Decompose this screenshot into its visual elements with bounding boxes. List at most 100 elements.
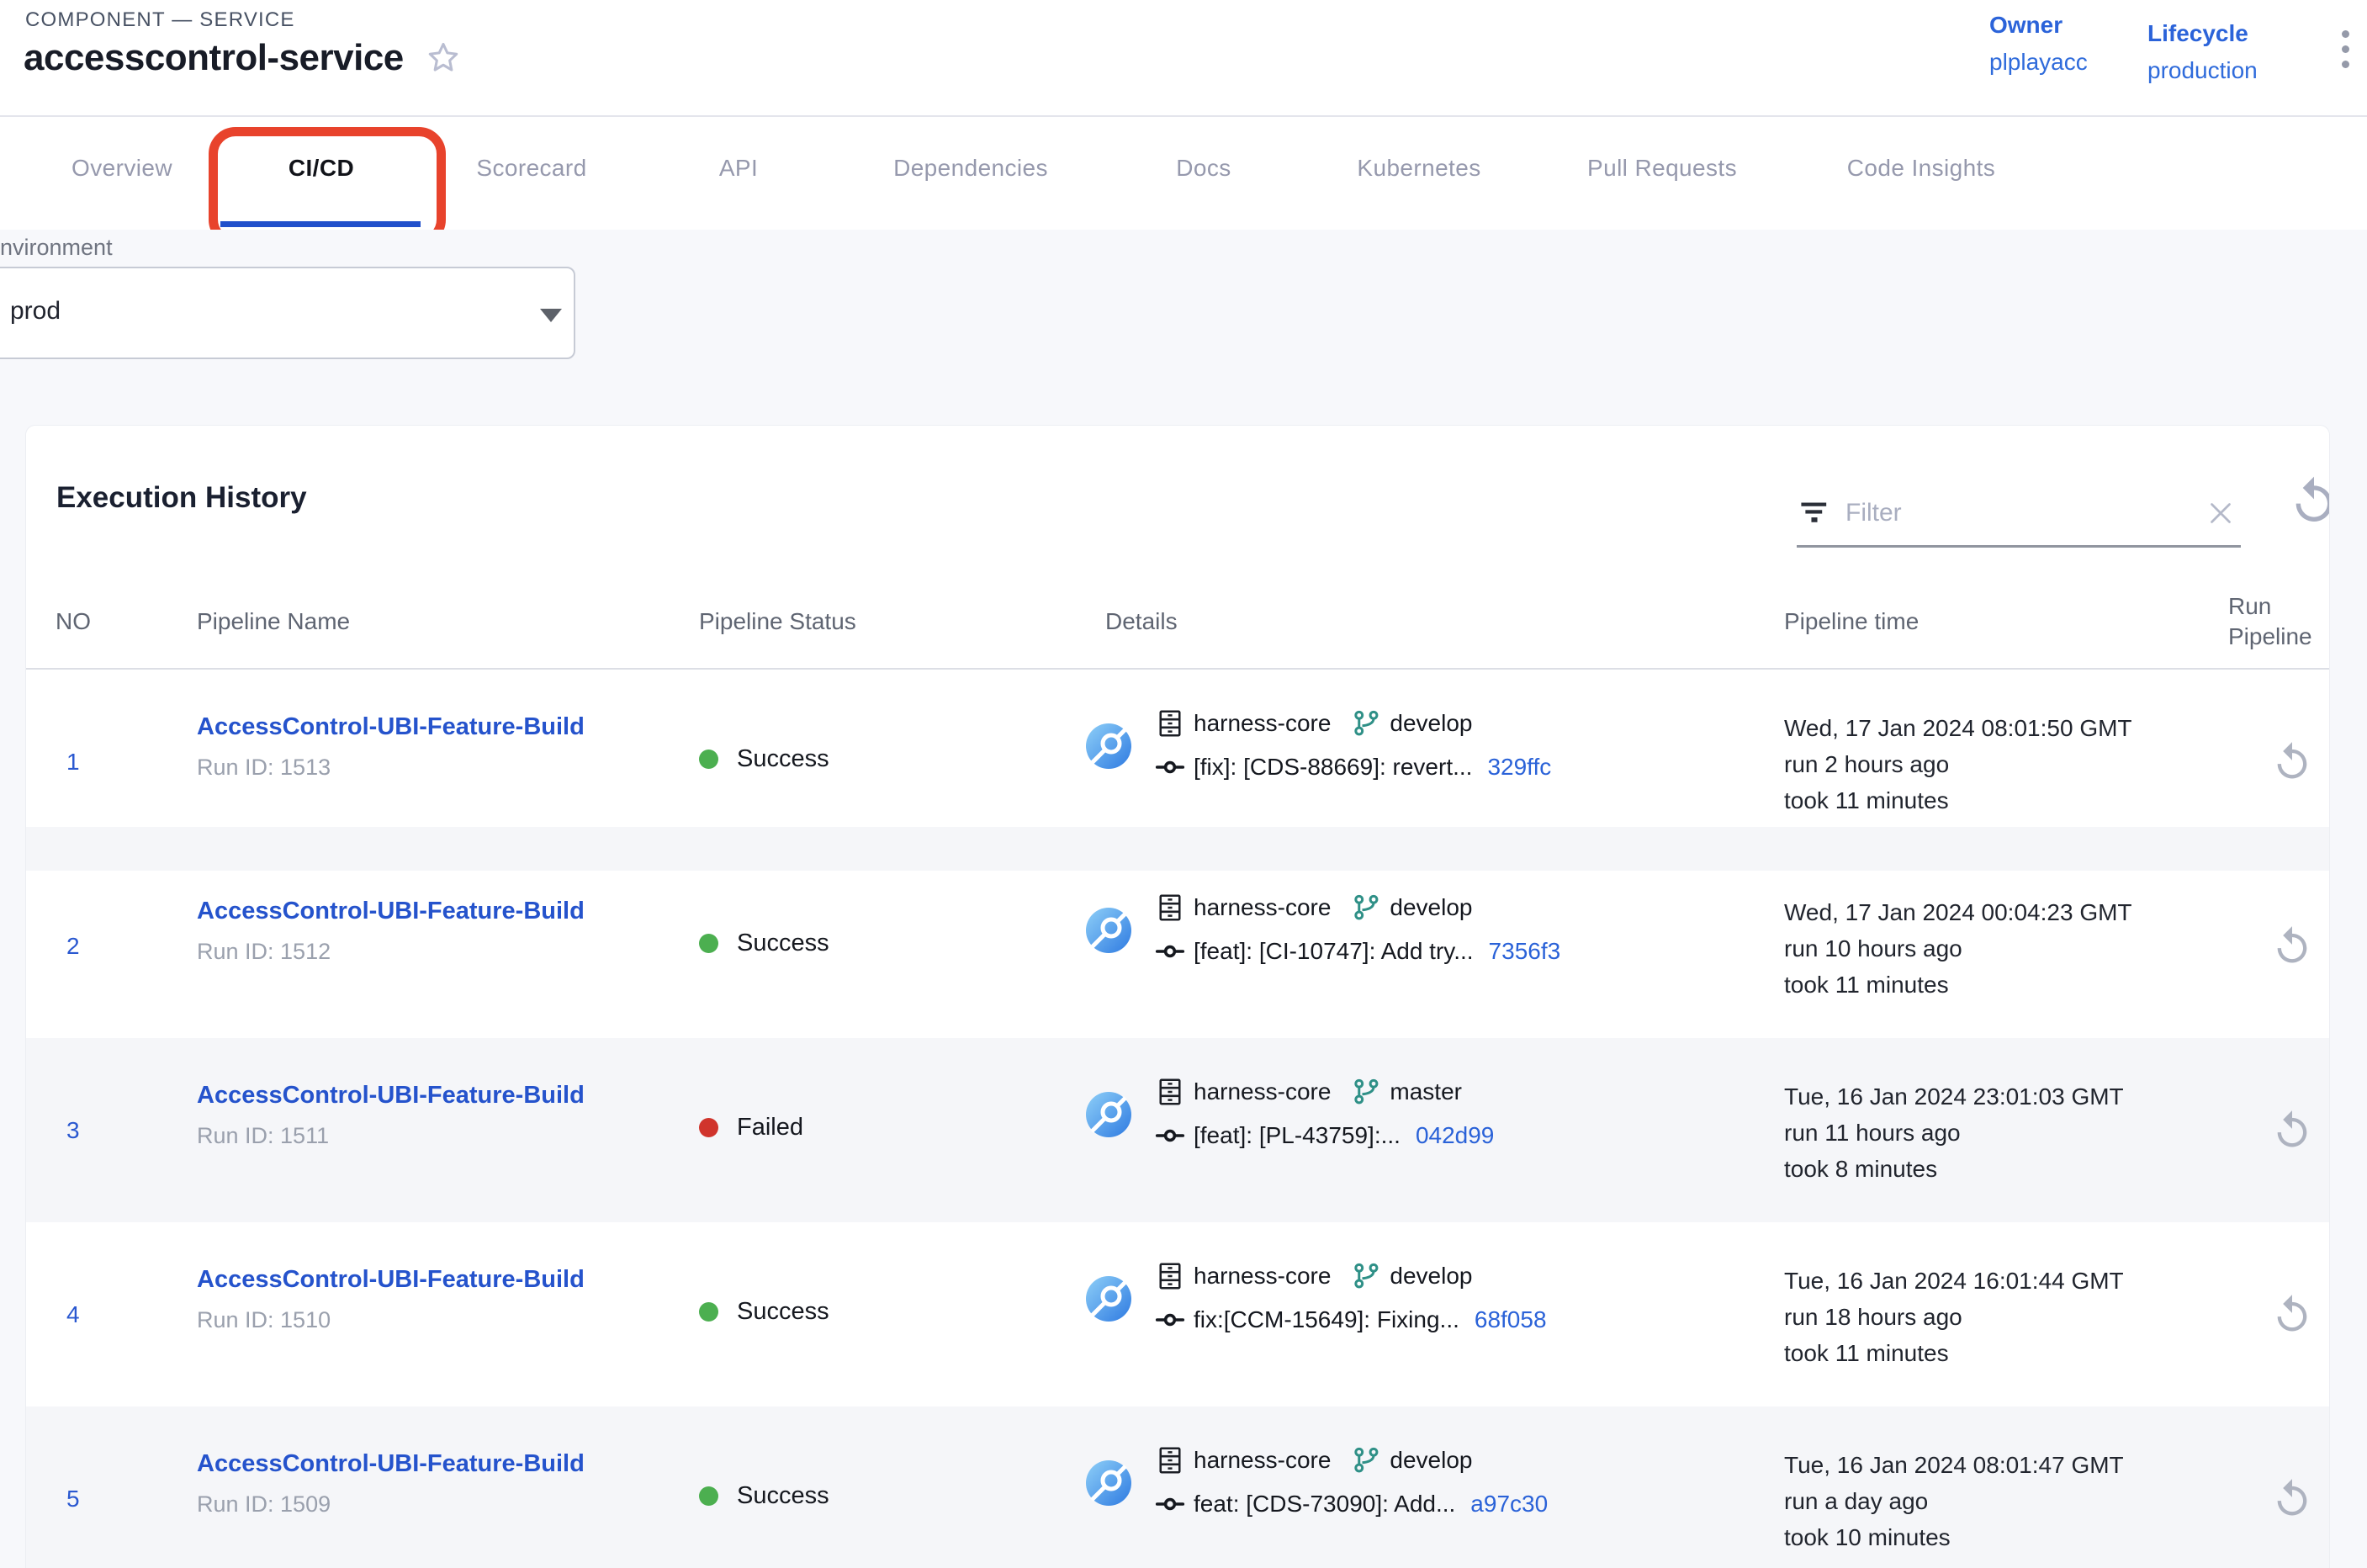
environment-label: Environment: [0, 235, 113, 261]
time-ago: run a day ago: [1784, 1483, 2124, 1519]
pipeline-name-link[interactable]: AccessControl-UBI-Feature-Build: [197, 1082, 585, 1110]
row-number: 1: [66, 749, 80, 776]
pipeline-name-link[interactable]: AccessControl-UBI-Feature-Build: [197, 1266, 585, 1294]
duration: took 8 minutes: [1784, 1151, 2124, 1187]
environment-select[interactable]: prod: [0, 267, 575, 359]
column-header-pipeline-name: Pipeline Name: [197, 608, 350, 635]
page: COMPONENT — SERVICE accesscontrol-servic…: [0, 0, 2367, 1568]
status-dot: [699, 1118, 718, 1137]
environment-section: Environment prod: [0, 230, 2367, 425]
duration: took 11 minutes: [1784, 1335, 2124, 1371]
repository-icon: [1155, 1261, 1185, 1291]
pipeline-time-cell: Tue, 16 Jan 2024 23:01:03 GMT run 11 hou…: [1784, 1078, 2124, 1187]
status-text: Success: [737, 1482, 829, 1510]
git-branch-icon: [1351, 708, 1381, 739]
commit-hash-link[interactable]: 68f058: [1475, 1306, 1547, 1333]
run-pipeline-button[interactable]: [2270, 740, 2314, 784]
owner-link[interactable]: plplayacc: [1989, 49, 2088, 76]
table-body: 1 AccessControl-UBI-Feature-Build Run ID…: [26, 670, 2329, 1568]
time-ago: run 10 hours ago: [1784, 930, 2132, 967]
repository-icon: [1155, 1445, 1185, 1475]
repository-icon: [1155, 1077, 1185, 1107]
branch-name: develop: [1390, 710, 1472, 737]
row-number: 3: [66, 1117, 80, 1144]
environment-selected-value: prod: [10, 297, 61, 326]
owner-meta: Owner plplayacc: [1989, 12, 2088, 127]
pipeline-time-cell: Tue, 16 Jan 2024 16:01:44 GMT run 18 hou…: [1784, 1263, 2124, 1371]
tab-ci-cd[interactable]: CI/CD: [289, 155, 354, 182]
commit-hash-link[interactable]: 042d99: [1416, 1122, 1494, 1149]
favorite-star-icon[interactable]: [424, 39, 463, 77]
entity-header: COMPONENT — SERVICE accesscontrol-servic…: [0, 0, 2367, 117]
run-pipeline-button[interactable]: [2270, 1477, 2314, 1521]
table-row: 3 AccessControl-UBI-Feature-Build Run ID…: [26, 1038, 2329, 1222]
table-row: 1 AccessControl-UBI-Feature-Build Run ID…: [26, 670, 2329, 854]
detail-lines: harness-core develop: [1155, 708, 1551, 782]
pipeline-source-icon: [1084, 1459, 1133, 1507]
pipeline-name-link[interactable]: AccessControl-UBI-Feature-Build: [197, 713, 585, 741]
git-branch-icon: [1351, 1445, 1381, 1475]
details-cell: harness-core develop: [1084, 1261, 1547, 1335]
table-header-row: NO Pipeline Name Pipeline Status Details…: [26, 581, 2329, 670]
time-gmt: Tue, 16 Jan 2024 08:01:47 GMT: [1784, 1447, 2124, 1483]
tab-api[interactable]: API: [719, 155, 758, 182]
pipeline-status-cell: Success: [699, 1482, 829, 1510]
status-dot: [699, 934, 718, 953]
tab-docs[interactable]: Docs: [1176, 155, 1231, 182]
status-dot: [699, 750, 718, 769]
lifecycle-label: Lifecycle: [2147, 20, 2258, 47]
pipeline-name-link[interactable]: AccessControl-UBI-Feature-Build: [197, 1450, 585, 1478]
pipeline-status-cell: Success: [699, 745, 829, 773]
tab-pull-requests[interactable]: Pull Requests: [1587, 155, 1737, 182]
tab-code-insights[interactable]: Code Insights: [1847, 155, 1995, 182]
tab-dependencies[interactable]: Dependencies: [893, 155, 1048, 182]
lifecycle-value: production: [2147, 57, 2258, 84]
commit-message: feat: [CDS-73090]: Add...: [1194, 1491, 1455, 1518]
tab-scorecard[interactable]: Scorecard: [476, 155, 586, 182]
status-text: Success: [737, 1298, 829, 1326]
commit-hash-link[interactable]: a97c30: [1470, 1491, 1548, 1518]
commit-message: [feat]: [PL-43759]:...: [1194, 1122, 1401, 1149]
duration: took 11 minutes: [1784, 782, 2132, 818]
run-pipeline-button[interactable]: [2270, 1293, 2314, 1337]
more-options-kebab-icon[interactable]: [2328, 25, 2362, 93]
pipeline-source-icon: [1084, 1274, 1133, 1323]
pipeline-time-cell: Wed, 17 Jan 2024 00:04:23 GMT run 10 hou…: [1784, 894, 2132, 1003]
repo-name: harness-core: [1194, 1263, 1331, 1290]
run-pipeline-button[interactable]: [2270, 924, 2314, 968]
refresh-icon[interactable]: [2287, 474, 2330, 528]
clear-filter-icon[interactable]: [2205, 498, 2236, 528]
commit-hash-link[interactable]: 329ffc: [1487, 754, 1551, 781]
row-number: 2: [66, 933, 80, 960]
pipeline-name-link[interactable]: AccessControl-UBI-Feature-Build: [197, 898, 585, 925]
commit-message: [feat]: [CI-10747]: Add try...: [1194, 938, 1474, 965]
filter-input[interactable]: [1844, 498, 2190, 528]
status-dot: [699, 1486, 718, 1506]
pipeline-status-cell: Failed: [699, 1114, 803, 1142]
repo-name: harness-core: [1194, 1447, 1331, 1474]
time-gmt: Wed, 17 Jan 2024 00:04:23 GMT: [1784, 894, 2132, 930]
commit-icon: [1155, 936, 1185, 967]
pipeline-name-cell: AccessControl-UBI-Feature-Build Run ID: …: [197, 898, 585, 965]
branch-name: master: [1390, 1078, 1462, 1105]
pipeline-name-cell: AccessControl-UBI-Feature-Build Run ID: …: [197, 1450, 585, 1518]
detail-lines: harness-core master: [1155, 1077, 1494, 1151]
page-title: accesscontrol-service: [24, 37, 404, 79]
detail-lines: harness-core develop: [1155, 1261, 1547, 1335]
entity-kind-label: COMPONENT — SERVICE: [25, 8, 295, 32]
detail-lines: harness-core develop: [1155, 893, 1560, 967]
table-row: 5 AccessControl-UBI-Feature-Build Run ID…: [26, 1406, 2329, 1568]
column-header-details: Details: [1105, 608, 1178, 635]
annotation-highlight-box: [209, 127, 446, 246]
status-dot: [699, 1302, 718, 1322]
run-pipeline-button[interactable]: [2270, 1109, 2314, 1152]
tab-overview[interactable]: Overview: [71, 155, 172, 182]
pipeline-status-cell: Success: [699, 930, 829, 957]
owner-label: Owner: [1989, 12, 2088, 39]
commit-hash-link[interactable]: 7356f3: [1489, 938, 1561, 965]
time-gmt: Tue, 16 Jan 2024 16:01:44 GMT: [1784, 1263, 2124, 1299]
time-gmt: Wed, 17 Jan 2024 08:01:50 GMT: [1784, 710, 2132, 746]
duration: took 10 minutes: [1784, 1519, 2124, 1555]
tab-kubernetes[interactable]: Kubernetes: [1357, 155, 1480, 182]
column-header-pipeline-status: Pipeline Status: [699, 608, 856, 635]
